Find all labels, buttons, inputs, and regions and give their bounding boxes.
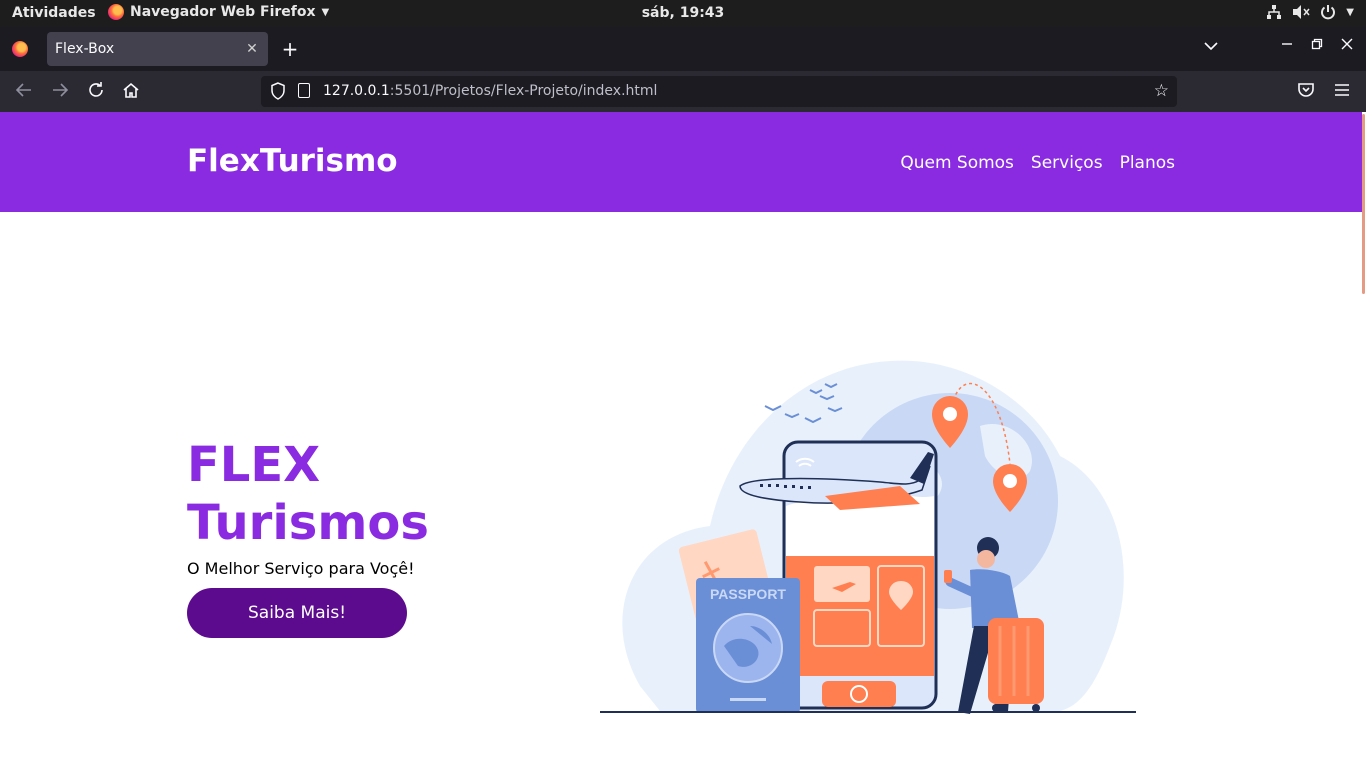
minimize-icon[interactable]	[1279, 38, 1295, 54]
saiba-mais-button[interactable]: Saiba Mais!	[187, 588, 407, 638]
hero-title-line2: Turismos	[187, 495, 429, 551]
tracking-protection-shield-icon[interactable]	[270, 82, 286, 100]
network-icon	[1267, 5, 1282, 19]
reload-icon[interactable]	[86, 81, 106, 101]
app-menu[interactable]: Navegador Web Firefox ▼	[108, 4, 329, 20]
system-tray[interactable]: ▼	[1266, 4, 1354, 20]
power-icon	[1321, 5, 1336, 20]
suitcase	[988, 618, 1044, 712]
travel-illustration: PASSPORT	[600, 360, 1136, 714]
bookmark-star-icon[interactable]: ☆	[1154, 81, 1169, 101]
firefox-icon	[108, 4, 124, 20]
url-path: :5501/Projetos/Flex-Projeto/index.html	[389, 83, 658, 99]
hero-title-line1: FLEX	[187, 437, 321, 493]
tab-strip: Flex-Box ✕ +	[0, 27, 1366, 71]
close-tab-icon[interactable]: ✕	[244, 41, 260, 57]
site-header: FlexTurismo Quem Somos Serviços Planos	[0, 112, 1362, 212]
system-top-bar: Atividades Navegador Web Firefox ▼ sáb, …	[0, 0, 1366, 27]
back-arrow-icon[interactable]	[14, 81, 34, 101]
tab-title: Flex-Box	[55, 41, 115, 57]
navigation-toolbar: 127.0.0.1:5501/Projetos/Flex-Projeto/ind…	[0, 71, 1366, 112]
site-nav: Quem Somos Serviços Planos	[900, 153, 1175, 173]
scrollbar-thumb[interactable]	[1362, 114, 1365, 294]
passport: PASSPORT	[696, 578, 800, 713]
app-menu-label: Navegador Web Firefox	[130, 4, 316, 20]
new-tab-button[interactable]: +	[280, 37, 300, 61]
nav-link-planos[interactable]: Planos	[1120, 153, 1175, 173]
forward-arrow-icon[interactable]	[50, 81, 70, 101]
close-window-icon[interactable]	[1339, 38, 1355, 54]
volume-muted-icon	[1293, 5, 1310, 19]
page-info-icon[interactable]	[298, 83, 310, 98]
site-logo[interactable]: FlexTurismo	[187, 143, 398, 179]
hero-title: FLEX Turismos	[187, 436, 429, 552]
tab-active[interactable]: Flex-Box ✕	[47, 32, 268, 66]
web-page: FlexTurismo Quem Somos Serviços Planos F…	[0, 112, 1366, 768]
hamburger-menu-icon[interactable]	[1332, 81, 1352, 101]
url-host: 127.0.0.1	[323, 83, 390, 99]
page-scrollbar[interactable]	[1362, 112, 1366, 768]
nav-link-servicos[interactable]: Serviços	[1031, 153, 1103, 173]
pocket-icon[interactable]	[1296, 81, 1316, 101]
chevron-down-icon: ▼	[321, 6, 330, 18]
nav-link-quem-somos[interactable]: Quem Somos	[900, 153, 1014, 173]
firefox-view-icon[interactable]	[12, 41, 28, 57]
clock[interactable]: sáb, 19:43	[642, 5, 725, 21]
activities-button[interactable]: Atividades	[12, 5, 96, 21]
hero-subtitle: O Melhor Serviço para Voçê!	[187, 559, 415, 578]
address-bar[interactable]: 127.0.0.1:5501/Projetos/Flex-Projeto/ind…	[261, 76, 1177, 107]
home-icon[interactable]	[121, 81, 141, 101]
passport-label: PASSPORT	[710, 586, 786, 602]
url-text[interactable]: 127.0.0.1:5501/Projetos/Flex-Projeto/ind…	[323, 83, 657, 99]
restore-icon[interactable]	[1309, 38, 1325, 54]
list-all-tabs-chevron-icon[interactable]	[1203, 39, 1219, 55]
chevron-down-icon: ▼	[1346, 6, 1354, 18]
